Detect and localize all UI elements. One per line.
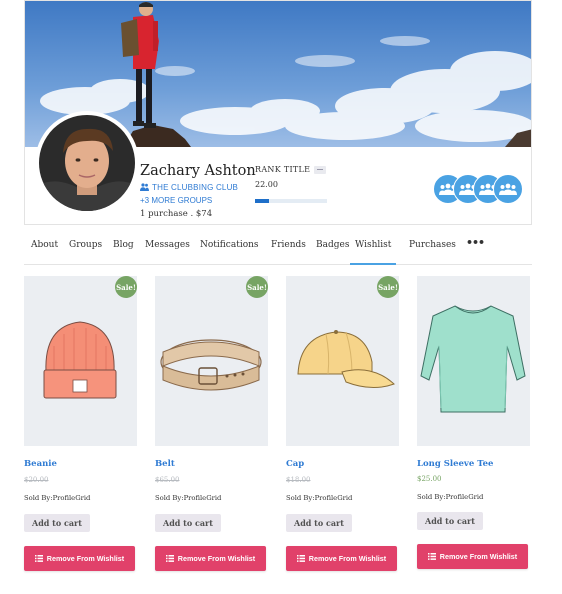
rank-points: 22.00 [255,180,278,189]
product-card: Long Sleeve Tee $25.00 Sold By:ProfileGr… [417,276,530,576]
avatar[interactable] [35,111,139,215]
product-card: Sale! Cap $18.00 Sold By:ProfileGrid Add… [286,276,399,576]
list-icon [296,555,305,562]
product-image[interactable]: Sale! [286,276,399,446]
group-icon [140,183,149,191]
seller-prefix: Sold By: [417,493,446,501]
seller-name: ProfileGrid [52,494,91,502]
remove-label: Remove From Wishlist [177,554,256,563]
seller-prefix: Sold By: [286,494,315,502]
group-link[interactable]: THE CLUBBING CLUB [140,183,238,192]
add-to-cart-button[interactable]: Add to cart [286,514,352,532]
profile-name: Zachary Ashton [140,163,256,179]
remove-from-wishlist-button[interactable]: Remove From Wishlist [286,546,397,571]
belt-image [160,339,262,391]
tab-friends[interactable]: Friends [271,238,306,263]
product-image[interactable] [417,276,530,446]
product-old-price: $65.00 [155,476,180,484]
rank-title: RANK TITLE [255,165,327,174]
remove-from-wishlist-button[interactable]: Remove From Wishlist [155,546,266,571]
seller-name: ProfileGrid [183,494,222,502]
remove-label: Remove From Wishlist [46,554,125,563]
tab-notifications[interactable]: Notifications [200,238,259,263]
group-avatar-icon[interactable] [493,174,523,204]
product-card: Sale! Belt $65.00 Sold By:ProfileGrid Ad… [155,276,268,576]
remove-label: Remove From Wishlist [439,552,518,561]
long-sleeve-tee-image [420,305,526,413]
seller-prefix: Sold By: [24,494,53,502]
beanie-image [43,321,117,399]
sale-badge: Sale! [115,276,137,298]
seller-prefix: Sold By: [155,494,184,502]
product-title[interactable]: Beanie [24,459,57,469]
list-icon [34,555,43,562]
product-price: $25.00 [417,475,442,483]
add-to-cart-button[interactable]: Add to cart [417,512,483,530]
product-title[interactable]: Belt [155,459,175,469]
profile-card: Zachary Ashton THE CLUBBING CLUB +3 MORE… [24,0,532,225]
cap-image [297,330,395,388]
product-old-price: $20.00 [24,476,49,484]
tab-purchases[interactable]: Purchases [409,238,456,263]
remove-from-wishlist-button[interactable]: Remove From Wishlist [24,546,135,571]
purchase-summary: 1 purchase . $74 [140,209,213,219]
product-title[interactable]: Cap [286,459,304,469]
tab-badges[interactable]: Badges [316,238,349,263]
tab-groups[interactable]: Groups [69,238,102,263]
product-title[interactable]: Long Sleeve Tee [417,459,493,469]
product-seller: Sold By:ProfileGrid [417,493,483,501]
profile-tabs: About Groups Blog Messages Notifications… [24,232,532,265]
product-seller: Sold By:ProfileGrid [286,494,352,502]
seller-name: ProfileGrid [314,494,353,502]
seller-name: ProfileGrid [445,493,484,501]
sale-badge: Sale! [246,276,268,298]
list-icon [427,553,436,560]
tab-blog[interactable]: Blog [113,238,134,263]
tab-about[interactable]: About [31,238,58,263]
list-icon [165,555,174,562]
add-to-cart-button[interactable]: Add to cart [24,514,90,532]
product-image[interactable]: Sale! [24,276,137,446]
remove-label: Remove From Wishlist [308,554,387,563]
add-to-cart-button[interactable]: Add to cart [155,514,221,532]
remove-from-wishlist-button[interactable]: Remove From Wishlist [417,544,528,569]
tab-wishlist[interactable]: Wishlist [350,238,397,265]
rank-progress-fill [255,199,270,203]
product-seller: Sold By:ProfileGrid [24,494,90,502]
profile-page: Zachary Ashton THE CLUBBING CLUB +3 MORE… [0,0,562,594]
rank-progress-bar [255,199,327,203]
tab-messages[interactable]: Messages [145,238,190,263]
rank-title-label: RANK TITLE [255,165,311,174]
more-groups-link[interactable]: +3 MORE GROUPS [140,196,212,205]
rank-badge-icon [314,165,327,174]
product-seller: Sold By:ProfileGrid [155,494,221,502]
sale-badge: Sale! [377,276,399,298]
product-old-price: $18.00 [286,476,311,484]
product-card: Sale! Beanie $20.00 Sold By:ProfileGrid … [24,276,137,576]
group-name: THE CLUBBING CLUB [152,183,239,192]
more-tabs-icon[interactable]: ••• [466,236,485,249]
product-image[interactable]: Sale! [155,276,268,446]
